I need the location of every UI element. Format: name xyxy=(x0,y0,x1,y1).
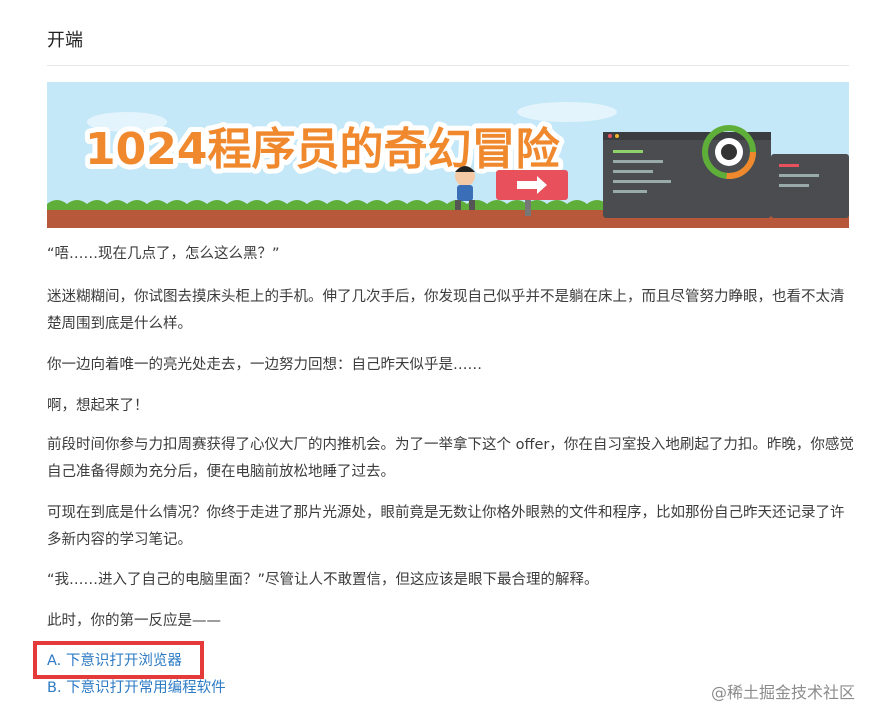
paragraph-2: 迷迷糊糊间，你试图去摸床头柜上的手机。伸了几次手后，你发现自己似乎并不是躺在床上… xyxy=(47,289,845,332)
paragraph-3: 你一边向着唯一的亮光处走去，一边努力回想：自己昨天似乎是…… xyxy=(47,357,482,373)
choice-a-link[interactable]: A. 下意识打开浏览器 xyxy=(47,651,182,671)
paragraph-5: 前段时间你参与力扣周赛获得了心仪大厂的内推机会。为了一举拿下这个 offer，你… xyxy=(47,437,854,480)
banner-image: 1024程序员的奇幻冒险 1024程序员的奇幻冒险 xyxy=(47,82,849,228)
choice-b-link[interactable]: B. 下意识打开常用编程软件 xyxy=(47,678,226,698)
banner-title: 1024程序员的奇幻冒险 xyxy=(85,124,560,175)
paragraph-7: “我……进入了自己的电脑里面？”尽管让人不敢置信，但这应该是眼下最合理的解释。 xyxy=(47,572,599,588)
paragraph-4: 啊，想起来了！ xyxy=(47,398,149,414)
paragraph-8: 此时，你的第一反应是—— xyxy=(47,613,221,629)
code-window-small-icon xyxy=(771,154,849,218)
title-divider xyxy=(47,65,849,66)
watermark: @稀土掘金技术社区 xyxy=(710,683,855,702)
paragraph-6: 可现在到底是什么情况？你终于走进了那片光源处，眼前竟是无数让你格外眼熟的文件和程… xyxy=(47,505,845,548)
page-title: 开端 xyxy=(47,30,83,51)
code-window-icon xyxy=(603,125,771,218)
paragraph-1: “唔……现在几点了，怎么这么黑？” xyxy=(47,246,280,262)
